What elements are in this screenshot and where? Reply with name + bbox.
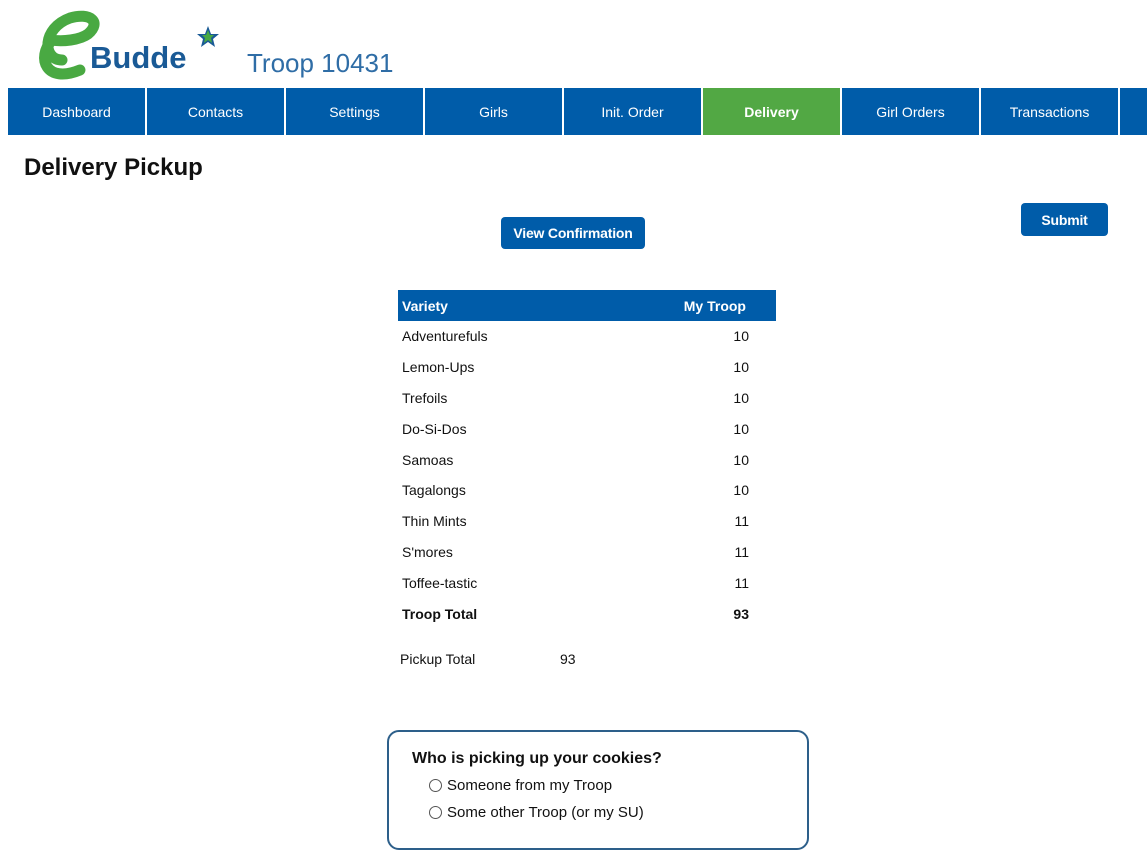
- quantity-cell: 10: [733, 359, 749, 376]
- table-header-row: Variety My Troop: [398, 290, 776, 321]
- variety-cell: Trefoils: [402, 389, 448, 406]
- quantity-cell: 10: [733, 328, 749, 345]
- svg-text:Budde: Budde: [90, 40, 186, 75]
- troop-total-label: Troop Total: [402, 605, 478, 622]
- quantity-cell: 11: [734, 543, 749, 560]
- nav-tab-dashboard[interactable]: Dashboard: [8, 88, 147, 135]
- table-row: Adventurefuls 10: [398, 321, 776, 352]
- page-title: Delivery Pickup: [24, 154, 203, 181]
- quantity-cell: 11: [734, 574, 749, 591]
- pickup-option-other-troop[interactable]: Some other Troop (or my SU): [429, 804, 644, 821]
- table-row: Trefoils 10: [398, 383, 776, 414]
- column-header-my-troop: My Troop: [584, 290, 776, 321]
- variety-cell: Adventurefuls: [402, 328, 488, 345]
- quantity-cell: 10: [733, 389, 749, 406]
- quantity-cell: 10: [733, 451, 749, 468]
- nav-tab-overflow[interactable]: [1120, 88, 1144, 135]
- troop-total-row: Troop Total 93: [398, 598, 776, 629]
- nav-tab-init-order[interactable]: Init. Order: [564, 88, 703, 135]
- quantity-cell: 11: [734, 513, 749, 530]
- radio-button-icon[interactable]: [429, 779, 442, 792]
- variety-cell: Samoas: [402, 451, 454, 468]
- table-row: Thin Mints 11: [398, 506, 776, 537]
- pickup-option-label: Someone from my Troop: [447, 777, 613, 794]
- quantity-cell: 10: [733, 420, 749, 437]
- nav-tab-girl-orders[interactable]: Girl Orders: [842, 88, 981, 135]
- troop-total-value: 93: [733, 605, 749, 622]
- quantity-cell: 10: [733, 482, 749, 499]
- pickup-option-label: Some other Troop (or my SU): [447, 804, 644, 821]
- main-nav: Dashboard Contacts Settings Girls Init. …: [8, 88, 1147, 135]
- pickup-options-panel: Who is picking up your cookies? Someone …: [387, 730, 809, 850]
- table-row: Toffee-tastic 11: [398, 567, 776, 598]
- ebudde-logo: Budde: [22, 8, 232, 88]
- table-row: Samoas 10: [398, 444, 776, 475]
- submit-button[interactable]: Submit: [1021, 203, 1108, 236]
- nav-tab-settings[interactable]: Settings: [286, 88, 425, 135]
- table-row: Lemon-Ups 10: [398, 352, 776, 383]
- radio-button-icon[interactable]: [429, 806, 442, 819]
- variety-cell: Lemon-Ups: [402, 359, 475, 376]
- troop-title: Troop 10431: [247, 48, 394, 78]
- table-row: Do-Si-Dos 10: [398, 413, 776, 444]
- nav-tab-delivery[interactable]: Delivery: [703, 88, 842, 135]
- pickup-total-label: Pickup Total: [400, 651, 476, 667]
- variety-cell: Do-Si-Dos: [402, 420, 467, 437]
- variety-cell: Tagalongs: [402, 482, 466, 499]
- nav-tab-contacts[interactable]: Contacts: [147, 88, 286, 135]
- table-row: S'mores 11: [398, 537, 776, 568]
- variety-cell: Toffee-tastic: [402, 574, 478, 591]
- nav-tab-girls[interactable]: Girls: [425, 88, 564, 135]
- variety-cell: S'mores: [402, 543, 453, 560]
- delivery-table: Variety My Troop Adventurefuls 10 Lemon-…: [398, 290, 776, 629]
- pickup-option-my-troop[interactable]: Someone from my Troop: [429, 777, 612, 794]
- pickup-question: Who is picking up your cookies?: [412, 750, 662, 767]
- variety-cell: Thin Mints: [402, 513, 467, 530]
- view-confirmation-button[interactable]: View Confirmation: [501, 217, 645, 249]
- pickup-total-value: 93: [560, 651, 576, 667]
- table-row: Tagalongs 10: [398, 475, 776, 506]
- nav-tab-transactions[interactable]: Transactions: [981, 88, 1120, 135]
- column-header-variety: Variety: [398, 290, 585, 321]
